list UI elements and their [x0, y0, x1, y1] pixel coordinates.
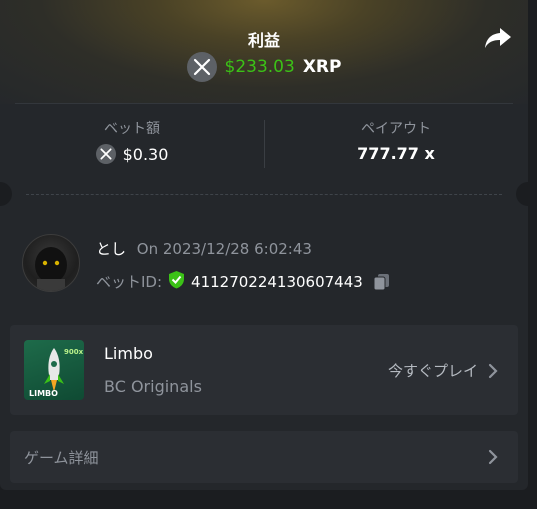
bet-amount-label: ベット額 — [104, 121, 160, 137]
xrp-coin-icon — [95, 144, 116, 164]
copy-icon[interactable] — [373, 273, 391, 291]
bet-id-value: 411270224130607443 — [191, 272, 363, 291]
xrp-coin-icon — [186, 52, 217, 82]
game-details-row[interactable]: ゲーム詳細 — [10, 431, 518, 483]
bet-stats: ベット額 $0.30 ペイアウト 777.77 x — [0, 114, 528, 174]
game-thumbnail: 900x LIMBO — [24, 340, 84, 400]
chevron-right-icon — [488, 363, 498, 378]
bet-datetime: On 2023/12/28 6:02:43 — [136, 240, 312, 258]
share-icon[interactable] — [484, 26, 512, 50]
payout-label: ペイアウト — [361, 121, 431, 137]
user-row: とし On 2023/12/28 6:02:43 ベットID: 41127022… — [22, 234, 512, 294]
shield-check-icon — [168, 270, 185, 293]
header-divider — [15, 103, 513, 104]
payout-value: 777.77 x — [357, 144, 435, 163]
bet-id-label: ベットID: — [96, 273, 163, 291]
profit-amount: $233.03 — [224, 57, 295, 77]
bet-amount-value-row: $0.30 — [0, 144, 264, 164]
game-thumb-label: LIMBO — [29, 389, 58, 398]
play-now-label: 今すぐプレイ — [387, 362, 478, 380]
ticket-notch-left — [0, 182, 12, 206]
chevron-right-icon — [488, 449, 498, 469]
game-name: Limbo — [104, 344, 153, 363]
game-provider: BC Originals — [104, 377, 202, 396]
game-card[interactable]: 900x LIMBO Limbo BC Originals 今すぐプレイ — [10, 325, 518, 415]
username[interactable]: とし — [96, 240, 126, 258]
bet-id-line: ベットID: 411270224130607443 — [96, 270, 391, 293]
bet-amount-value: $0.30 — [122, 144, 169, 164]
bet-detail-panel: 利益 $233.03 XRP ベット額 $0.30 ペイアウト 777.77 x… — [0, 0, 528, 490]
play-now-button[interactable]: 今すぐプレイ — [388, 360, 498, 381]
profit-header: 利益 $233.03 XRP — [0, 0, 528, 104]
bet-amount-stat: ベット額 $0.30 — [0, 114, 264, 164]
profit-row: $233.03 XRP — [0, 52, 528, 82]
ticket-notch-right — [516, 182, 528, 206]
game-thumb-badge: 900x — [64, 348, 84, 356]
avatar[interactable] — [22, 234, 80, 292]
profit-title: 利益 — [247, 31, 280, 50]
payout-stat: ペイアウト 777.77 x — [264, 114, 528, 163]
ticket-dashed-divider — [26, 194, 502, 195]
profit-currency: XRP — [302, 57, 342, 77]
user-line: とし On 2023/12/28 6:02:43 — [96, 238, 312, 259]
game-details-label: ゲーム詳細 — [24, 449, 99, 467]
